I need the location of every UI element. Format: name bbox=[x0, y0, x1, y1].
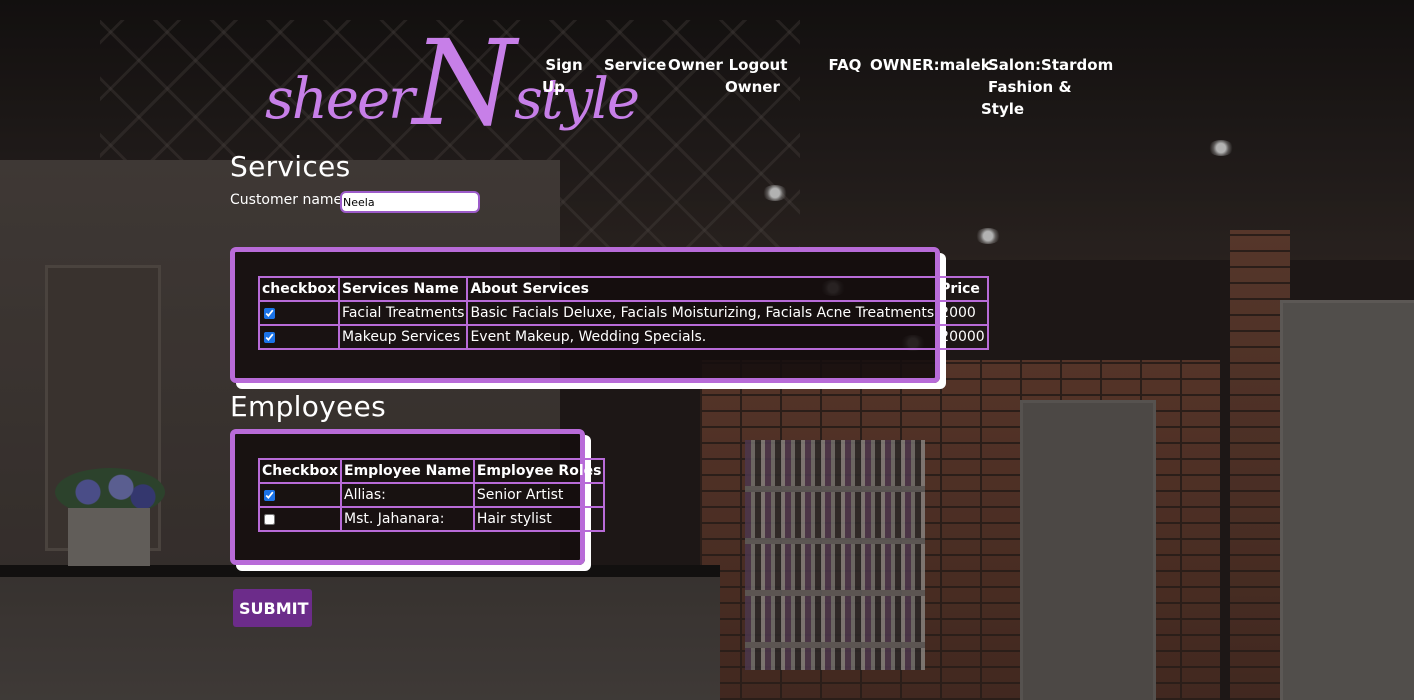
service-price: 2000 bbox=[936, 300, 989, 326]
col-header-employee-roles: Employee Roles bbox=[472, 458, 606, 484]
services-header-row: checkbox Services Name About Services Pr… bbox=[257, 276, 989, 302]
service-name: Facial Treatments bbox=[338, 300, 469, 326]
nav-logout-line2: Owner bbox=[725, 78, 780, 96]
table-row: Facial Treatments Basic Facials Deluxe, … bbox=[257, 300, 989, 326]
col-header-checkbox: checkbox bbox=[257, 276, 341, 302]
col-header-employee-name: Employee Name bbox=[340, 458, 475, 484]
employee-checkbox-jahanara[interactable] bbox=[264, 513, 275, 525]
nav-logout-owner[interactable]: Logout Owner bbox=[722, 54, 794, 98]
customer-name-input[interactable] bbox=[340, 191, 480, 213]
owner-name-label: OWNER:malek bbox=[870, 56, 991, 74]
nav-owner-name: OWNER:malek bbox=[870, 54, 991, 76]
employees-panel: Checkbox Employee Name Employee Roles Al… bbox=[230, 429, 606, 565]
col-header-service-name: Services Name bbox=[338, 276, 469, 302]
col-header-checkbox: Checkbox bbox=[257, 458, 343, 484]
employee-name: Mst. Jahanara: bbox=[340, 506, 475, 532]
nav-sign-up-line2: Up bbox=[542, 78, 565, 96]
nav-owner-label: Owner bbox=[668, 56, 723, 74]
service-about: Event Makeup, Wedding Specials. bbox=[466, 324, 939, 350]
col-header-price: Price bbox=[936, 276, 989, 302]
table-row: Makeup Services Event Makeup, Wedding Sp… bbox=[257, 324, 989, 350]
brand-logo[interactable]: sheerNstyle bbox=[265, 12, 640, 148]
nav-sign-up[interactable]: Sign Up bbox=[540, 54, 588, 98]
submit-button[interactable]: SUBMIT bbox=[233, 589, 312, 627]
employee-name: Allias: bbox=[340, 482, 475, 508]
employees-heading: Employees bbox=[230, 390, 386, 423]
row-checkbox-cell bbox=[257, 482, 343, 508]
salon-name-line1: Salon:Stardom Fashion & bbox=[988, 56, 1114, 96]
customer-name-label: Customer name: bbox=[230, 192, 347, 208]
salon-name-line2: Style bbox=[981, 100, 1025, 118]
nav-sign-up-line1: Sign bbox=[545, 56, 583, 74]
employee-role: Senior Artist bbox=[472, 482, 606, 508]
nav-salon-name: Salon:Stardom Fashion & Style bbox=[981, 54, 1171, 120]
service-checkbox-makeup[interactable] bbox=[264, 331, 275, 343]
service-checkbox-facial[interactable] bbox=[264, 307, 275, 319]
employees-header-row: Checkbox Employee Name Employee Roles bbox=[257, 458, 606, 484]
row-checkbox-cell bbox=[257, 506, 343, 532]
logo-text-left: sheer bbox=[265, 67, 415, 132]
nav-service-label: Service bbox=[604, 56, 667, 74]
logo-letter: N bbox=[412, 14, 516, 152]
services-panel: checkbox Services Name About Services Pr… bbox=[230, 247, 989, 383]
nav-owner[interactable]: Owner bbox=[668, 54, 723, 76]
row-checkbox-cell bbox=[257, 324, 341, 350]
row-checkbox-cell bbox=[257, 300, 341, 326]
service-price: 20000 bbox=[936, 324, 989, 350]
employee-checkbox-allias[interactable] bbox=[264, 489, 275, 501]
table-row: Allias: Senior Artist bbox=[257, 482, 606, 508]
services-heading: Services bbox=[230, 150, 351, 183]
services-table: checkbox Services Name About Services Pr… bbox=[257, 276, 989, 350]
nav-service[interactable]: Service bbox=[604, 54, 667, 76]
nav-logout-line1: Logout bbox=[728, 56, 788, 74]
nav-faq-label: FAQ bbox=[828, 56, 862, 74]
employees-table: Checkbox Employee Name Employee Roles Al… bbox=[257, 458, 606, 532]
table-row: Mst. Jahanara: Hair stylist bbox=[257, 506, 606, 532]
nav-faq[interactable]: FAQ bbox=[826, 54, 864, 76]
employee-role: Hair stylist bbox=[472, 506, 606, 532]
service-name: Makeup Services bbox=[338, 324, 469, 350]
service-about: Basic Facials Deluxe, Facials Moisturizi… bbox=[466, 300, 939, 326]
col-header-about-services: About Services bbox=[466, 276, 939, 302]
